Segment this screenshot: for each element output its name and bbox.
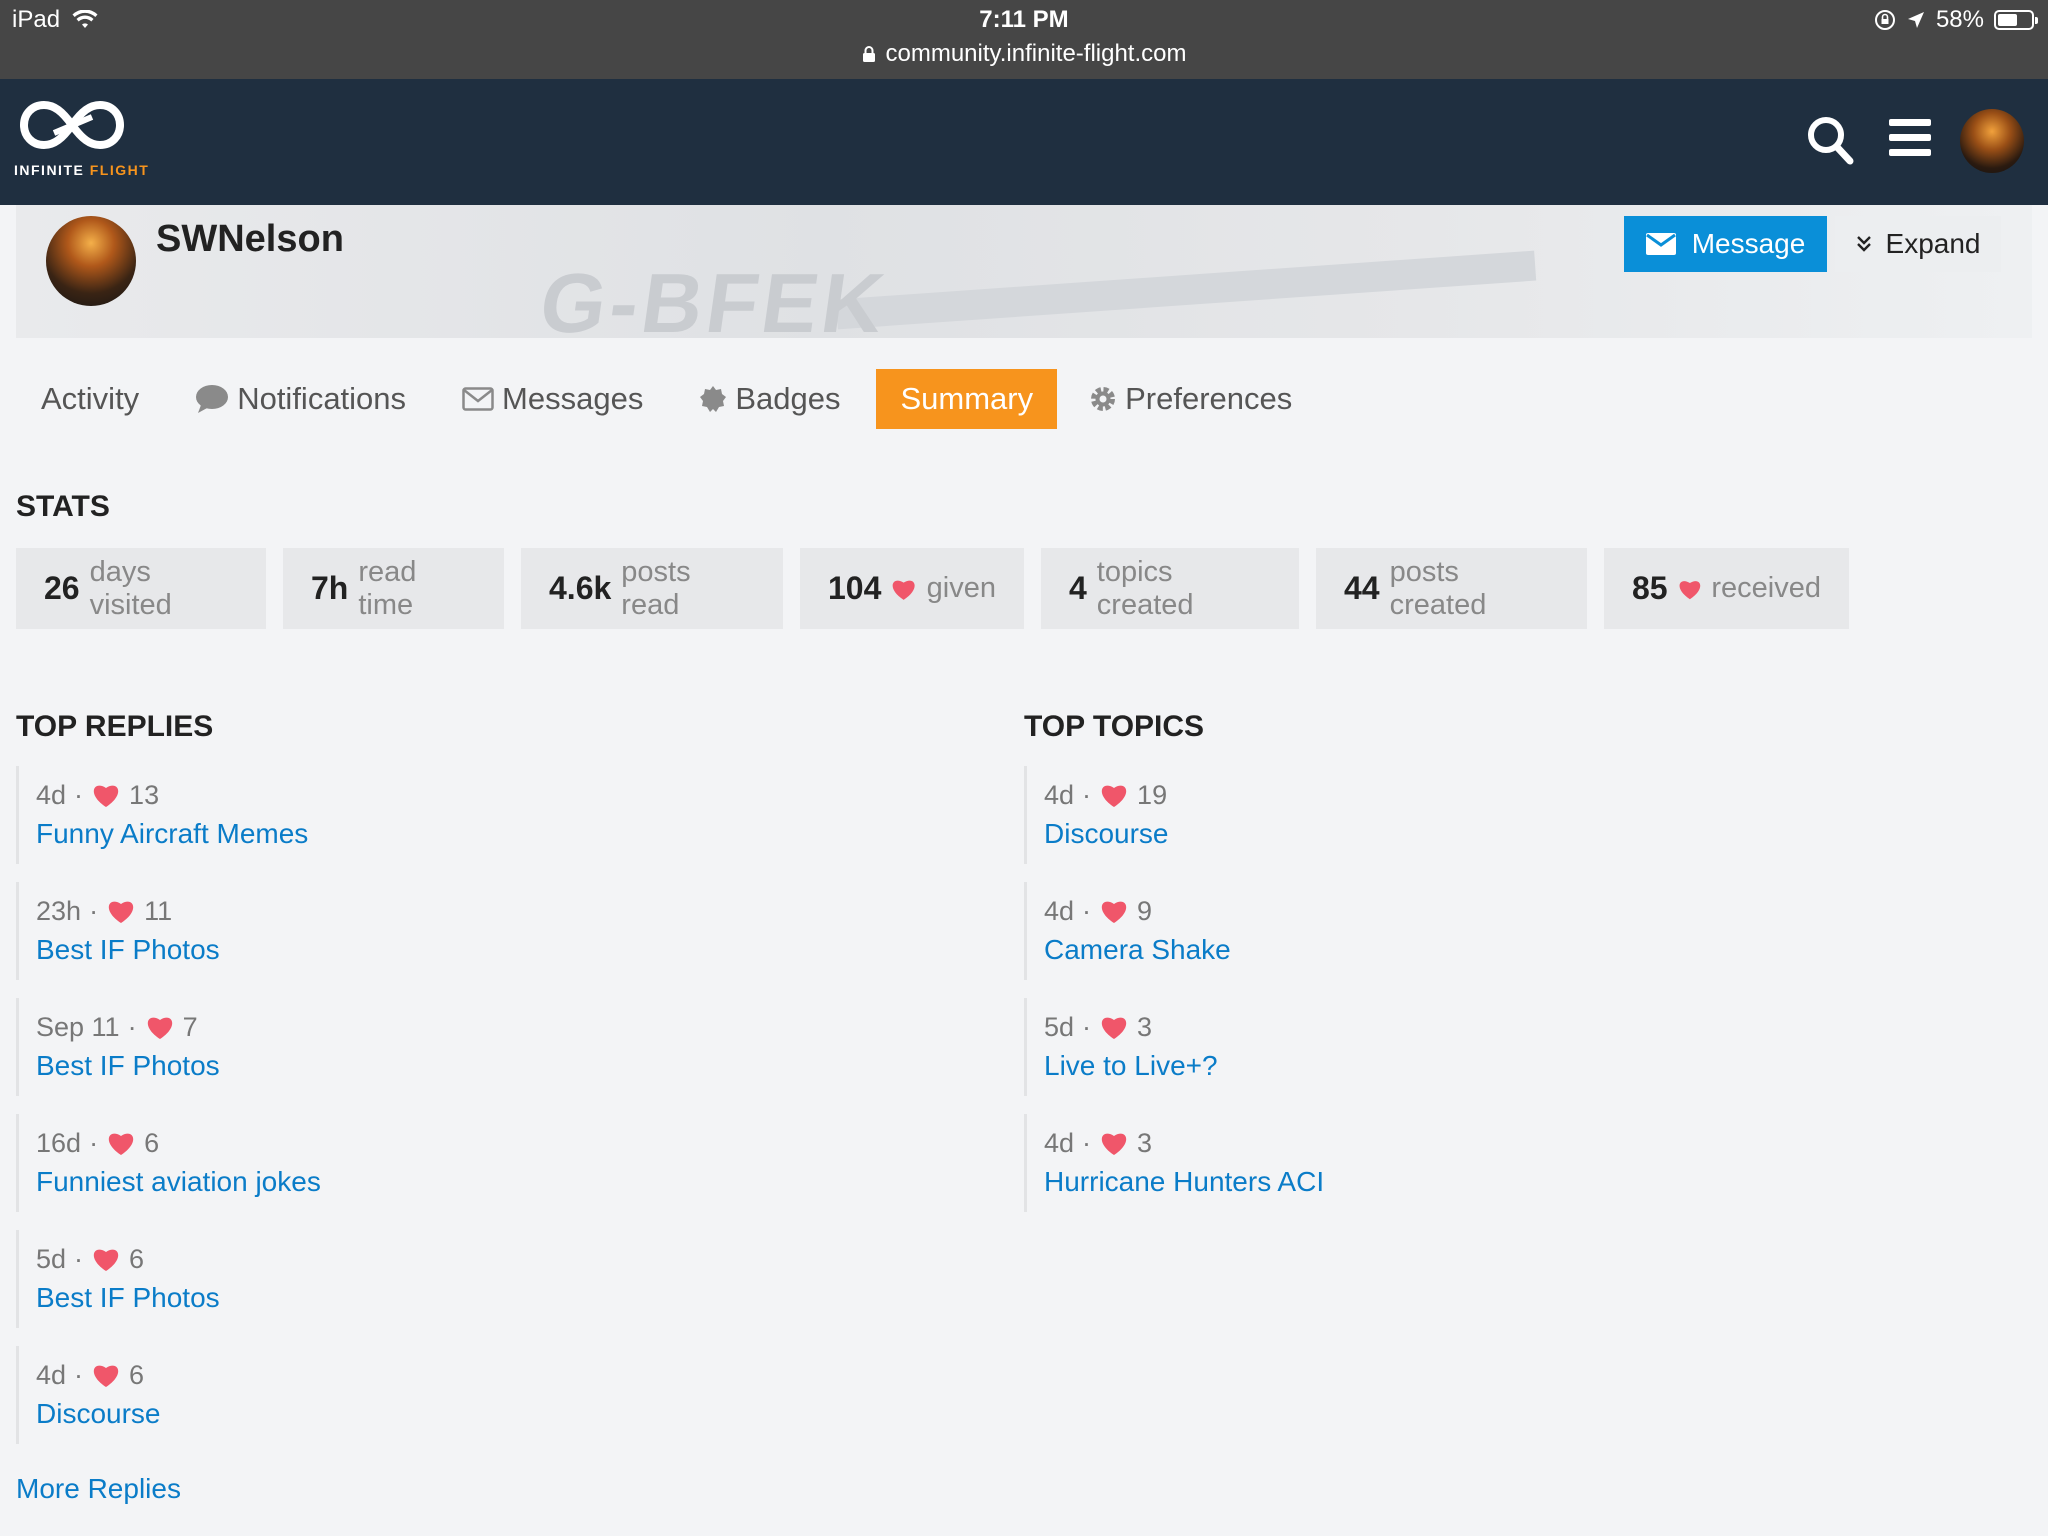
heart-icon bbox=[1101, 785, 1127, 807]
heart-icon bbox=[1101, 1017, 1127, 1039]
top-replies-list: 4d · 13 Funny Aircraft Memes 23h · 11 Best I… bbox=[16, 766, 996, 1462]
list-item: 4d · 9 Camera Shake bbox=[1024, 882, 2004, 980]
lock-icon bbox=[862, 46, 875, 62]
infinite-flight-logo[interactable]: INFINITE FLIGHT bbox=[14, 97, 164, 178]
list-item: 4d · 13 Funny Aircraft Memes bbox=[16, 766, 996, 864]
site-header: INFINITE FLIGHT bbox=[0, 79, 2048, 205]
heart-icon bbox=[93, 1249, 119, 1271]
topic-link[interactable]: Live to Live+? bbox=[1044, 1050, 2004, 1082]
message-button[interactable]: Message bbox=[1624, 216, 1827, 272]
tab-badges[interactable]: Badges bbox=[667, 369, 864, 429]
clock: 7:11 PM bbox=[979, 6, 1069, 33]
expand-button-label: Expand bbox=[1885, 228, 1981, 259]
stat-posts-created: 44 posts created bbox=[1316, 548, 1587, 629]
heart-icon bbox=[1679, 580, 1700, 599]
battery-icon bbox=[1994, 10, 2038, 30]
infinity-logo-icon bbox=[19, 100, 125, 150]
tab-summary[interactable]: Summary bbox=[876, 369, 1058, 429]
tab-activity[interactable]: Activity bbox=[16, 369, 163, 429]
ios-status-bar: iPad 7:11 PM 58% community.infinite-flig… bbox=[0, 0, 2048, 79]
hamburger-menu-icon[interactable] bbox=[1889, 119, 1931, 157]
location-arrow-icon bbox=[1907, 12, 1924, 28]
heart-icon bbox=[147, 1017, 172, 1039]
heart-icon bbox=[1101, 901, 1127, 923]
comment-icon bbox=[196, 385, 229, 413]
list-item: 4d · 3 Hurricane Hunters ACI bbox=[1024, 1114, 2004, 1212]
stat-likes-given: 104 given bbox=[800, 548, 1024, 629]
topic-link[interactable]: Camera Shake bbox=[1044, 934, 2004, 966]
profile-avatar[interactable] bbox=[46, 216, 136, 306]
double-chevron-down-icon bbox=[1856, 236, 1871, 252]
stat-likes-received: 85 received bbox=[1604, 548, 1849, 629]
top-topics-list: 4d · 19 Discourse 4d · 9 Camera Shake 5d · 3 L… bbox=[1024, 766, 2004, 1230]
heart-icon bbox=[893, 580, 916, 600]
profile-username: SWNelson bbox=[156, 218, 344, 260]
stat-read-time: 7h read time bbox=[283, 548, 504, 629]
reply-link[interactable]: Best IF Photos bbox=[36, 934, 996, 966]
banner-registration-text: G-BFEK bbox=[534, 256, 894, 338]
list-item: 5d · 3 Live to Live+? bbox=[1024, 998, 2004, 1096]
reply-link[interactable]: Funniest aviation jokes bbox=[36, 1166, 996, 1198]
profile-nav-tabs: Activity Notifications Messages Badges S… bbox=[16, 369, 1316, 429]
reply-link[interactable]: Best IF Photos bbox=[36, 1050, 996, 1082]
tab-messages[interactable]: Messages bbox=[430, 369, 667, 429]
top-topics-heading: TOP TOPICS bbox=[1024, 710, 1205, 743]
heart-icon bbox=[93, 785, 119, 807]
reply-link[interactable]: Discourse bbox=[36, 1398, 996, 1430]
envelope-icon bbox=[1645, 233, 1676, 255]
message-button-label: Message bbox=[1691, 228, 1806, 259]
tab-preferences[interactable]: Preferences bbox=[1057, 369, 1316, 429]
stat-topics-created: 4 topics created bbox=[1041, 548, 1299, 629]
list-item: 5d · 6 Best IF Photos bbox=[16, 1230, 996, 1328]
orientation-lock-icon bbox=[1874, 10, 1895, 30]
search-icon[interactable] bbox=[1806, 115, 1854, 165]
heart-icon bbox=[108, 1133, 134, 1155]
tab-notifications[interactable]: Notifications bbox=[163, 369, 430, 429]
stats-row: 26 days visited 7h read time 4.6k posts … bbox=[16, 548, 1849, 629]
stat-posts-read: 4.6k posts read bbox=[521, 548, 783, 629]
heart-icon bbox=[1101, 1133, 1127, 1155]
topic-link[interactable]: Hurricane Hunters ACI bbox=[1044, 1166, 2004, 1198]
heart-icon bbox=[93, 1365, 119, 1387]
battery-percent: 58% bbox=[1935, 6, 1984, 33]
envelope-outline-icon bbox=[462, 387, 494, 411]
list-item: Sep 11 · 7 Best IF Photos bbox=[16, 998, 996, 1096]
url-text: community.infinite-flight.com bbox=[885, 40, 1187, 67]
reply-link[interactable]: Best IF Photos bbox=[36, 1282, 996, 1314]
url-bar[interactable]: community.infinite-flight.com bbox=[0, 40, 2048, 68]
list-item: 23h · 11 Best IF Photos bbox=[16, 882, 996, 980]
logo-word-infinite: INFINITE bbox=[14, 162, 85, 178]
stats-heading: STATS bbox=[16, 490, 110, 523]
logo-word-flight: FLIGHT bbox=[89, 162, 150, 178]
list-item: 4d · 19 Discourse bbox=[1024, 766, 2004, 864]
list-item: 16d · 6 Funniest aviation jokes bbox=[16, 1114, 996, 1212]
gear-icon bbox=[1091, 387, 1116, 411]
badge-icon bbox=[700, 386, 727, 412]
reply-link[interactable]: Funny Aircraft Memes bbox=[36, 818, 996, 850]
list-item: 4d · 6 Discourse bbox=[16, 1346, 996, 1444]
top-replies-heading: TOP REPLIES bbox=[16, 710, 214, 743]
topic-link[interactable]: Discourse bbox=[1044, 818, 2004, 850]
more-replies-link[interactable]: More Replies bbox=[16, 1473, 181, 1505]
expand-button[interactable]: Expand bbox=[1835, 216, 2001, 272]
heart-icon bbox=[108, 901, 134, 923]
user-avatar-header[interactable] bbox=[1960, 109, 2024, 173]
stat-days-visited: 26 days visited bbox=[16, 548, 266, 629]
